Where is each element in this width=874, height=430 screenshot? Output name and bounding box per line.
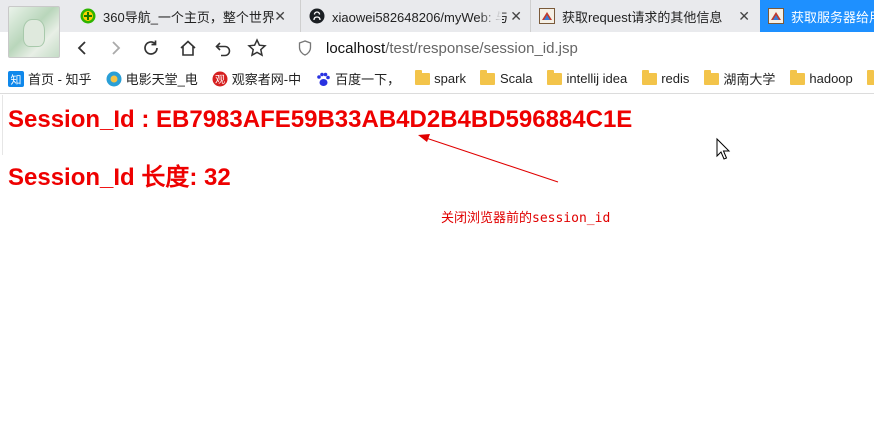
tab-360-nav[interactable]: 360导航_一个主页，整个世界 ✕ (74, 0, 294, 32)
baidu-icon (315, 71, 331, 87)
svg-text:观: 观 (215, 74, 225, 86)
bookmark-folder-hnu[interactable]: 湖南大学 (703, 69, 775, 88)
guancha-icon: 观 (212, 71, 228, 87)
avatar[interactable] (8, 6, 60, 58)
session-id-text: Session_Id : EB7983AFE59B33AB4D2B4BD5968… (8, 106, 633, 133)
bookmark-folder-spark[interactable]: spark (414, 69, 466, 87)
bookmark-label: 百度一下， (335, 72, 401, 87)
bookmark-folder-redis[interactable]: redis (641, 69, 690, 87)
folder-icon (789, 69, 805, 87)
tab-github[interactable]: xiaowei582648206/myWeb: 与 ✕ (300, 0, 530, 32)
movie-icon (106, 71, 122, 87)
annotation-text: 关闭浏览器前的session_id (441, 211, 611, 226)
bookmark-movie[interactable]: 电影天堂_电 (106, 69, 198, 88)
bookmark-label: spark (434, 71, 466, 86)
bookmark-label: redis (661, 71, 690, 86)
page-content: Session_Id : EB7983AFE59B33AB4D2B4BD5968… (0, 95, 874, 430)
tab-request-info[interactable]: 获取request请求的其他信息 ✕ (530, 0, 758, 32)
undo-close-button[interactable] (213, 38, 233, 58)
close-icon[interactable]: ✕ (738, 8, 750, 24)
session-id-length-text: Session_Id 长度: 32 (8, 164, 231, 191)
tab-strip: 360导航_一个主页，整个世界 ✕ xiaowei582648206/myWeb… (0, 0, 874, 32)
folder-icon (546, 69, 562, 87)
bookmark-label: intellij idea (566, 71, 628, 86)
bookmark-folder-scala[interactable]: Scala (480, 69, 533, 87)
bookmark-baidu[interactable]: 百度一下， (315, 69, 400, 88)
bookmark-label: Scala (499, 71, 533, 86)
back-button[interactable] (72, 38, 92, 58)
tab-title: 获取服务器给用 (791, 9, 874, 25)
url-path: /test/response/session_id.jsp (385, 39, 578, 57)
refresh-button[interactable] (141, 38, 161, 58)
tab-fade (478, 6, 502, 26)
bookmark-folder-java[interactable]: java (867, 69, 874, 87)
close-icon[interactable]: ✕ (274, 8, 286, 24)
bookmark-label: 湖南大学 (723, 72, 776, 87)
zhihu-icon: 知 (8, 70, 24, 87)
home-button[interactable] (178, 38, 198, 58)
github-icon (309, 8, 325, 24)
blog-icon (768, 8, 784, 24)
bookmark-label: 电影天堂_电 (125, 72, 198, 87)
folder-icon (641, 69, 657, 87)
folder-icon (480, 69, 496, 87)
bookmark-label: 首页 - 知乎 (28, 72, 92, 87)
bookmark-guancha[interactable]: 观 观察者网-中 (212, 69, 301, 88)
bookmarks-bar: 知 首页 - 知乎 电影天堂_电 观 观察者网-中 百度一下， spark Sc… (0, 64, 874, 94)
bookmark-zhihu[interactable]: 知 首页 - 知乎 (8, 69, 92, 88)
close-icon[interactable]: ✕ (510, 8, 522, 24)
forward-button[interactable] (106, 38, 126, 58)
url-host: localhost (326, 39, 386, 57)
tab-title: 获取request请求的其他信息 (562, 9, 723, 25)
folder-icon (867, 69, 874, 87)
tab-active[interactable]: 获取服务器给用 (760, 0, 874, 32)
360-icon (80, 8, 96, 24)
bookmark-folder-hadoop[interactable]: hadoop (789, 69, 853, 87)
avatar-figure (23, 19, 45, 47)
svg-text:知: 知 (11, 72, 22, 86)
tab-title: 360导航_一个主页，整个世界 (103, 9, 275, 25)
navigation-toolbar: localhost/test/response/session_id.jsp (0, 32, 874, 64)
folder-icon (703, 69, 719, 87)
blog-icon (539, 8, 555, 24)
bookmark-folder-intellij[interactable]: intellij idea (546, 69, 628, 87)
bookmark-label: 观察者网-中 (231, 72, 302, 87)
bookmark-label: hadoop (809, 71, 853, 86)
star-icon[interactable] (247, 38, 267, 58)
address-bar[interactable]: localhost/test/response/session_id.jsp (290, 36, 870, 60)
folder-icon (414, 69, 430, 87)
shield-icon (298, 40, 314, 56)
